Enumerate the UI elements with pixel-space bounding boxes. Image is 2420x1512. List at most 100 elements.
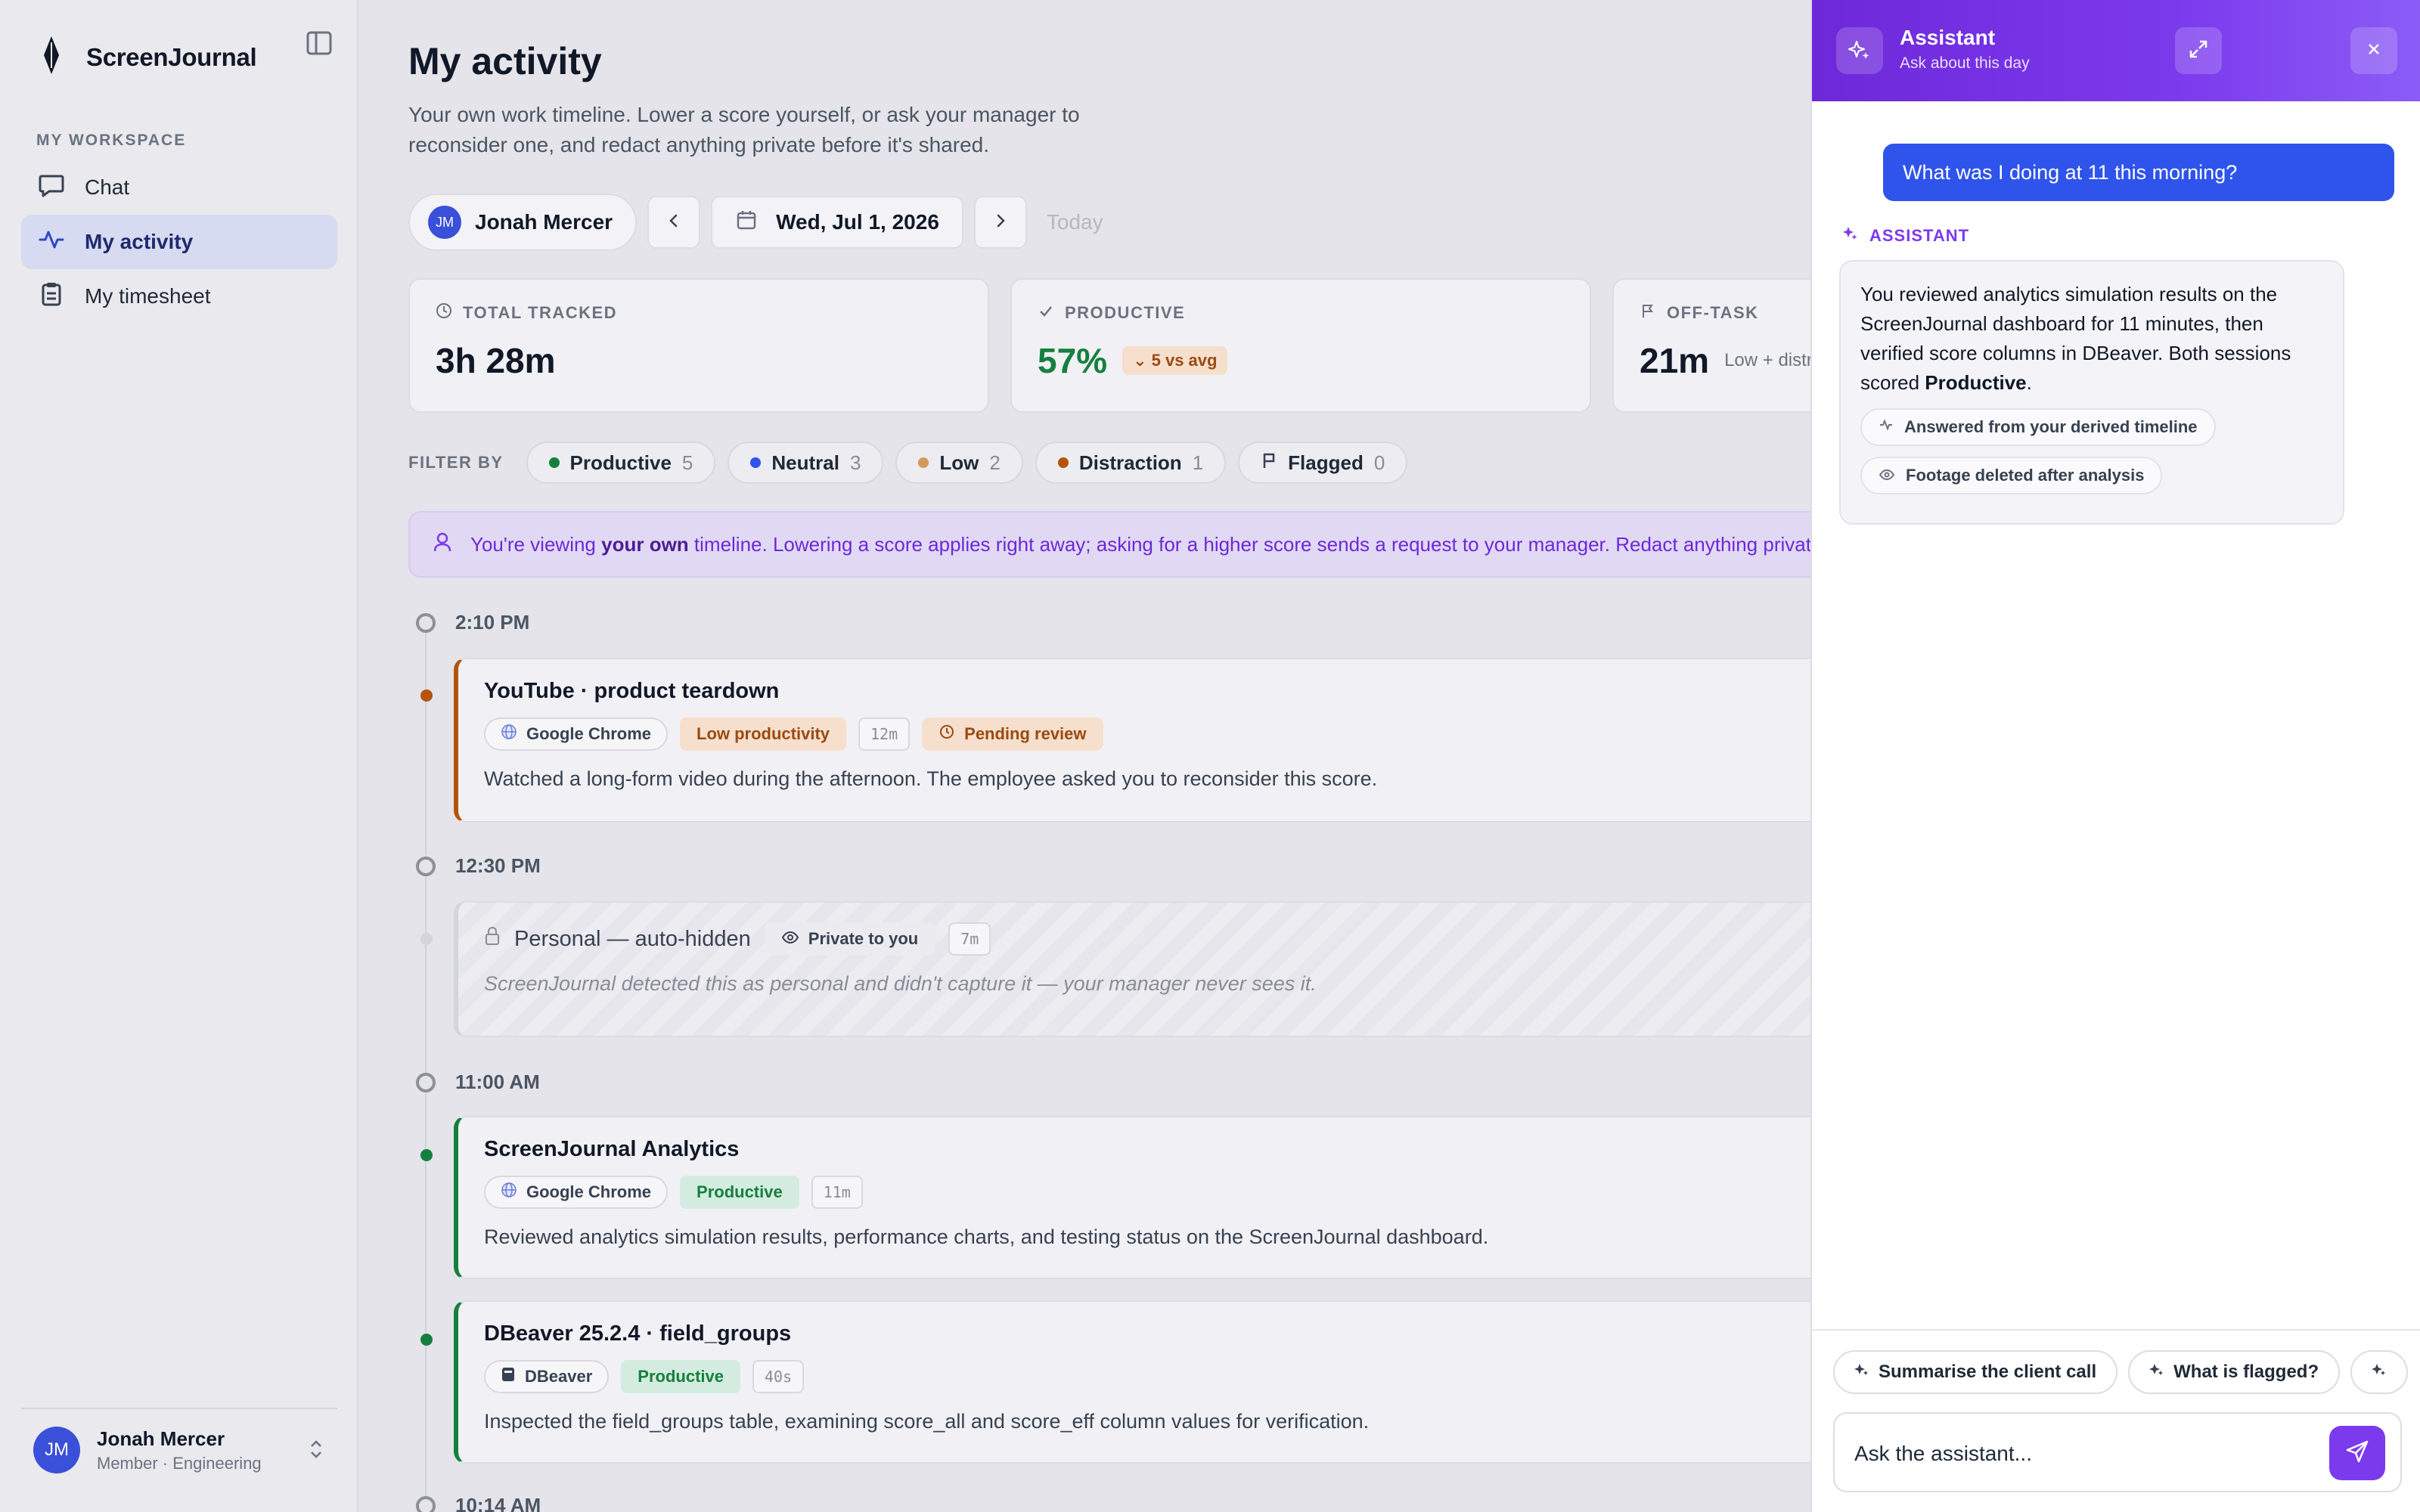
stats-row: TOTAL TRACKED 3h 28m PRODUCTIVE 57% ⌄ 5 … (408, 278, 1810, 413)
lock-icon (484, 926, 501, 952)
chip-count: 2 (989, 451, 1001, 474)
suggestions: Summarise the client call What is flagge… (1833, 1350, 2408, 1394)
chat-icon (38, 172, 65, 204)
assistant-input[interactable] (1854, 1436, 2308, 1471)
suggestion-chip[interactable] (2350, 1350, 2408, 1394)
source-chip[interactable]: Answered from your derived timeline (1860, 408, 2216, 446)
activity-card[interactable]: YouTube · product teardown Google Chrome… (454, 658, 1810, 823)
stat-note: Low + distraction (1724, 350, 1810, 370)
globe-icon (501, 1182, 517, 1203)
score-badge[interactable]: Low productivity (680, 717, 847, 751)
suggestion-chip[interactable]: What is flagged? (2128, 1350, 2341, 1394)
eye-icon (1879, 466, 1895, 485)
chip-label: Flagged (1288, 451, 1364, 474)
user-name: Jonah Mercer (97, 1427, 225, 1450)
activity-card[interactable]: ScreenJournal Analytics Google Chrome Pr… (454, 1116, 1810, 1279)
activity-title: YouTube · product teardown (484, 679, 780, 703)
suggestion-chip[interactable]: Summarise the client call (1833, 1350, 2118, 1394)
database-icon (501, 1366, 516, 1387)
user-role: Member · Engineering (97, 1453, 262, 1473)
sidebar-toggle-icon[interactable] (306, 30, 336, 57)
expand-button[interactable] (2175, 27, 2222, 74)
chip-count: 1 (1192, 451, 1204, 474)
user-menu[interactable]: JM Jonah Mercer Member · Engineering (21, 1408, 337, 1491)
person-name: Jonah Mercer (475, 210, 613, 234)
app-tag: DBeaver (484, 1360, 610, 1393)
sidebar-item-chat[interactable]: Chat (21, 160, 337, 215)
date-picker[interactable]: Wed, Jul 1, 2026 (711, 196, 963, 249)
sidebar-item-my-timesheet[interactable]: My timesheet (21, 269, 337, 324)
time-marker (416, 612, 436, 633)
sidebar-nav: Chat My activity My timesheet (21, 160, 337, 324)
status-badge: Pending review (922, 717, 1103, 751)
date-controls: JM Jonah Mercer Wed, Jul 1, 2026 Today (408, 194, 1103, 251)
previous-day-button[interactable] (647, 196, 701, 249)
duration-badge: 11m (811, 1176, 863, 1209)
filter-chip-neutral[interactable]: Neutral 3 (728, 442, 884, 484)
timeline-time: 10:14 AM (416, 1494, 541, 1512)
status-dot (420, 933, 433, 945)
chevron-right-icon (991, 212, 1010, 234)
filter-bar: FILTER BY Productive 5 Neutral 3 Low 2 D… (408, 442, 1408, 484)
page-subtitle: Your own work timeline. Lower a score yo… (408, 103, 1080, 156)
sidebar-item-my-activity[interactable]: My activity (21, 215, 337, 269)
send-button[interactable] (2329, 1426, 2385, 1480)
filter-chip-low[interactable]: Low 2 (895, 442, 1023, 484)
source-chip[interactable]: Footage deleted after analysis (1860, 457, 2163, 494)
filter-chip-distraction[interactable]: Distraction 1 (1035, 442, 1227, 484)
activity-description: ScreenJournal detected this as personal … (484, 972, 1317, 995)
assistant-message: You reviewed analytics simulation result… (1839, 260, 2344, 525)
score-badge[interactable]: Productive (680, 1176, 799, 1209)
sparkle-icon (2149, 1362, 2164, 1383)
duration-badge: 7m (948, 922, 991, 956)
filter-chip-productive[interactable]: Productive 5 (526, 442, 716, 484)
activity-card[interactable]: DBeaver 25.2.4 · field_groups DBeaver Pr… (454, 1300, 1810, 1464)
chip-label: Productive (569, 451, 672, 474)
clock-icon (436, 302, 452, 324)
filter-chip-flagged[interactable]: Flagged 0 (1238, 442, 1408, 484)
brand[interactable]: ScreenJournal (42, 36, 257, 78)
status-dot (750, 457, 762, 468)
close-button[interactable] (2350, 27, 2397, 74)
sidebar-item-label: My activity (85, 230, 194, 253)
status-dot (420, 1334, 433, 1346)
sparkle-icon (1842, 225, 1859, 246)
activity-description: Inspected the field_groups table, examin… (484, 1410, 1370, 1433)
clipboard-icon (38, 280, 65, 313)
score-badge[interactable]: Productive (621, 1360, 740, 1393)
assistant-header: Assistant Ask about this day (1812, 0, 2420, 101)
user-icon (433, 531, 452, 558)
timeline-time: 11:00 AM (416, 1070, 540, 1094)
chip-label: Distraction (1078, 451, 1182, 474)
person-selector[interactable]: JM Jonah Mercer (408, 194, 638, 251)
activity-icon (1879, 417, 1894, 437)
assistant-title: Assistant (1900, 26, 1996, 49)
assistant-input-box (1833, 1412, 2402, 1492)
activity-title-row: Personal — auto-hidden Private to you 7m (484, 922, 1803, 956)
stat-total-tracked: TOTAL TRACKED 3h 28m (408, 278, 989, 413)
main-content: My activity Your own work timeline. Lowe… (358, 0, 1810, 1512)
next-day-button[interactable] (973, 196, 1027, 249)
sparkle-icon (1836, 27, 1883, 74)
status-dot (420, 689, 433, 702)
activity-title: DBeaver 25.2.4 · field_groups (484, 1321, 792, 1346)
globe-icon (501, 723, 517, 745)
app-name: ScreenJournal (86, 42, 257, 71)
send-icon (2344, 1439, 2370, 1468)
filter-label: FILTER BY (408, 453, 504, 472)
sparkle-icon (2372, 1362, 2387, 1383)
logo-icon (42, 36, 60, 78)
close-icon (2366, 41, 2382, 61)
chip-count: 0 (1373, 451, 1385, 474)
chevron-up-down-icon (309, 1438, 324, 1464)
activity-title: ScreenJournal Analytics (484, 1137, 740, 1161)
activity-title: Personal — auto-hidden (514, 926, 751, 951)
sparkle-icon (1854, 1362, 1869, 1383)
private-activity-card[interactable]: Personal — auto-hidden Private to you 7m… (454, 901, 1810, 1037)
chip-label: Low (939, 451, 979, 474)
time-marker (416, 1072, 436, 1092)
today-button[interactable]: Today (1047, 210, 1103, 234)
banner-text: You're viewing your own timeline. Loweri… (470, 532, 1810, 556)
delta-badge: ⌄ 5 vs avg (1122, 346, 1228, 375)
workspace-section-label: MY WORKSPACE (36, 132, 187, 149)
